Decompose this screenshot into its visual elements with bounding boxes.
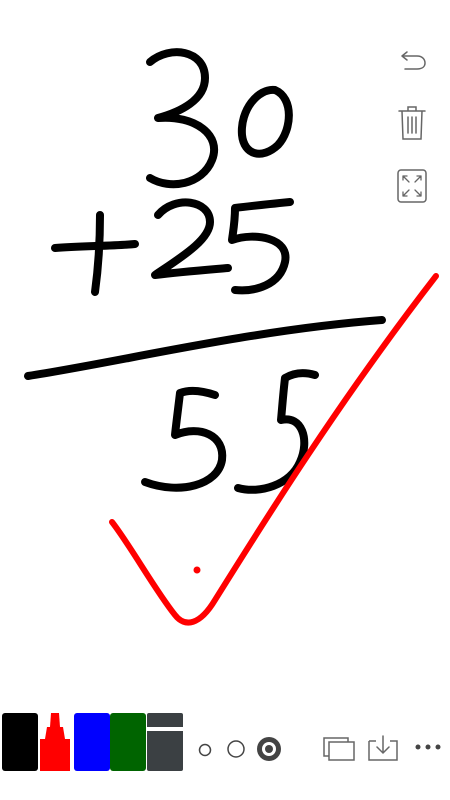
blue-marker-icon bbox=[74, 713, 110, 771]
brush-size-medium[interactable] bbox=[226, 739, 246, 763]
pages-button[interactable] bbox=[322, 735, 356, 763]
red-marker-button[interactable] bbox=[38, 713, 72, 775]
bottom-toolbar bbox=[0, 705, 450, 800]
large-circle-selected-icon bbox=[257, 737, 281, 761]
clear-canvas-button[interactable] bbox=[392, 103, 432, 143]
undo-button[interactable] bbox=[392, 40, 432, 80]
trash-icon bbox=[398, 106, 426, 140]
fullscreen-icon bbox=[397, 169, 427, 203]
blue-marker-button[interactable] bbox=[74, 713, 110, 775]
stroke-digit-3 bbox=[146, 48, 218, 189]
black-marker-button[interactable] bbox=[2, 713, 38, 775]
stroke-digit-5-first bbox=[141, 386, 227, 492]
small-circle-icon bbox=[198, 743, 212, 757]
more-options-button[interactable] bbox=[412, 737, 444, 757]
brush-size-large[interactable] bbox=[256, 736, 282, 766]
more-icon bbox=[415, 744, 441, 750]
download-icon bbox=[368, 735, 398, 761]
green-marker-icon bbox=[110, 713, 146, 771]
black-marker-icon bbox=[2, 713, 38, 771]
stroke-plus-horizontal bbox=[51, 240, 139, 252]
pages-icon bbox=[323, 737, 355, 761]
red-marker-icon bbox=[40, 713, 70, 771]
green-marker-button[interactable] bbox=[110, 713, 146, 775]
stroke-digit-5-top bbox=[228, 198, 294, 295]
drawing-canvas[interactable] bbox=[0, 0, 450, 800]
eraser-icon bbox=[147, 713, 183, 771]
stroke-divider-line bbox=[24, 316, 386, 380]
stroke-red-checkmark bbox=[109, 273, 439, 626]
stroke-digit-5-second bbox=[234, 369, 319, 494]
fullscreen-button[interactable] bbox=[392, 166, 432, 206]
eraser-button[interactable] bbox=[147, 713, 183, 775]
stroke-red-dot bbox=[193, 566, 201, 574]
brush-size-small[interactable] bbox=[198, 742, 212, 761]
stroke-digit-0 bbox=[237, 85, 293, 158]
undo-icon bbox=[401, 51, 426, 70]
stroke-plus-vertical bbox=[91, 211, 104, 296]
medium-circle-icon bbox=[227, 740, 245, 758]
download-button[interactable] bbox=[366, 733, 400, 763]
stroke-digit-2 bbox=[151, 198, 232, 279]
